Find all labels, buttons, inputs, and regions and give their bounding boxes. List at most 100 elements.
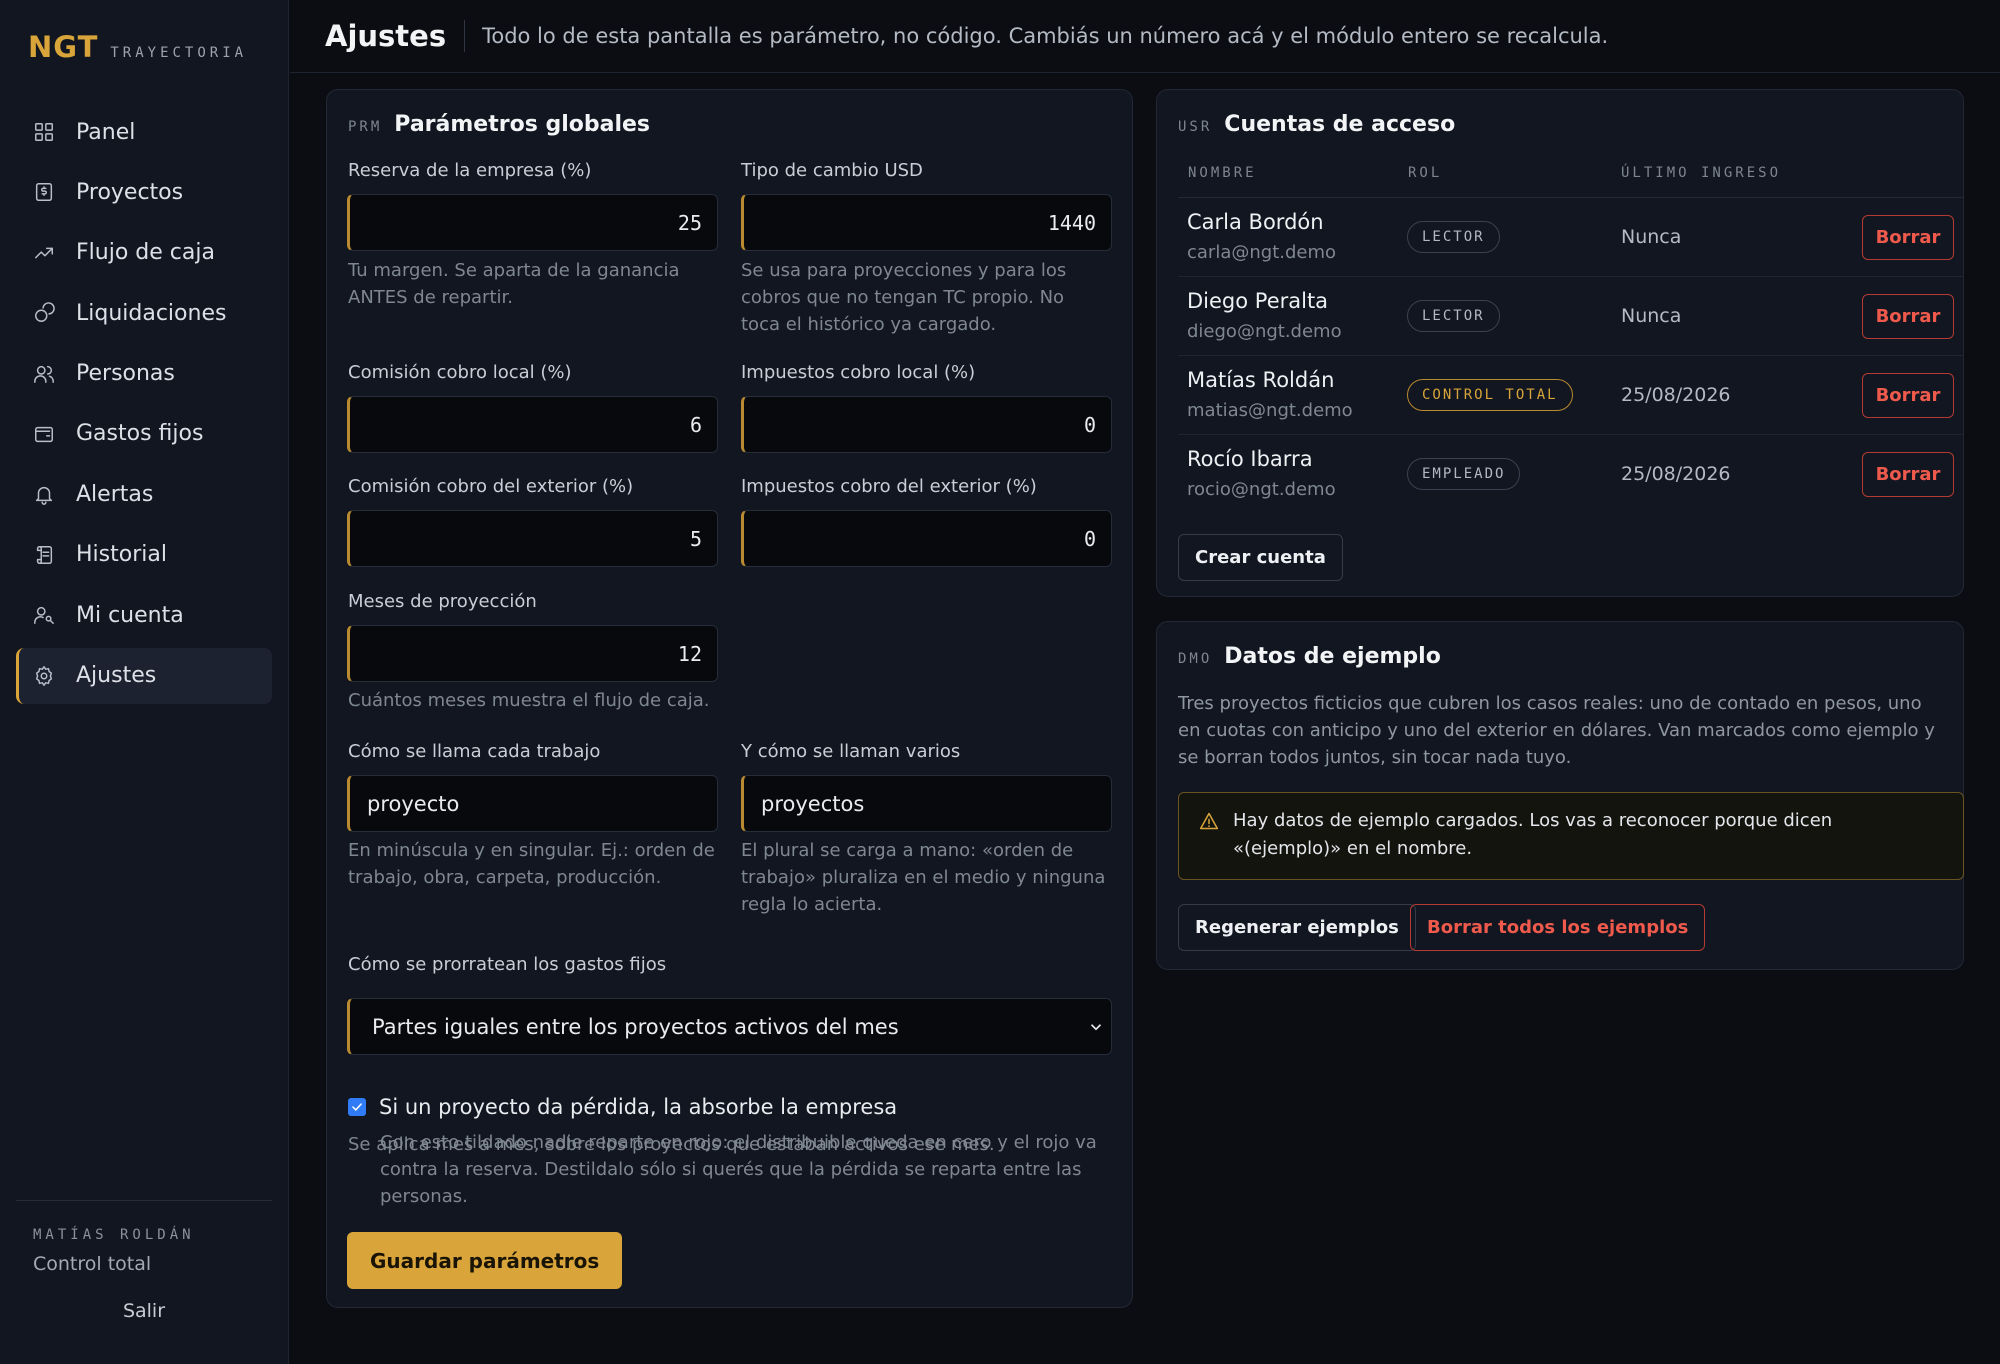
sidebar-item-ajustes[interactable]: Ajustes: [16, 647, 272, 704]
help-line: Con esto tildado nadie reparte en rojo: …: [380, 1132, 1097, 1153]
singular-input[interactable]: [347, 775, 718, 832]
help-line: ANTES de repartir.: [348, 287, 513, 308]
table-row: Matías Roldán matias@ngt.demo CONTROL TO…: [1178, 356, 1963, 435]
sidebar-user-name: MATÍAS ROLDÁN: [33, 1227, 195, 1243]
warning-icon: [1199, 811, 1219, 831]
sidebar-item-mi-cuenta[interactable]: Mi cuenta: [16, 587, 272, 643]
page-subtitle: Todo lo de esta pantalla es parámetro, n…: [482, 24, 1609, 48]
absorbe-label[interactable]: Si un proyecto da pérdida, la absorbe la…: [379, 1095, 897, 1119]
help-line: En minúscula y en singular. Ej.: orden d…: [348, 840, 715, 861]
create-account-button[interactable]: Crear cuenta: [1178, 534, 1343, 581]
last-login: Nunca: [1621, 305, 1682, 327]
grid-icon: [33, 121, 55, 143]
imp-ext-label: Impuestos cobro del exterior (%): [741, 476, 1037, 497]
accounts-card-header: USR Cuentas de acceso: [1178, 112, 1455, 137]
help-line: Tu margen. Se aparta de la ganancia: [348, 260, 680, 281]
meses-help: Cuántos meses muestra el flujo de caja.: [348, 690, 710, 711]
sidebar-nav: Panel Proyectos Flujo de caja Liquidacio…: [16, 104, 272, 708]
help-line: contra la reserva. Destildalo sólo si qu…: [380, 1159, 1082, 1180]
role-badge: EMPLEADO: [1407, 458, 1521, 490]
com-local-input[interactable]: [347, 396, 718, 453]
trend-up-icon: [33, 242, 55, 264]
tc-input[interactable]: [741, 194, 1112, 251]
tc-label: Tipo de cambio USD: [741, 160, 923, 181]
user-name: Carla Bordón: [1187, 210, 1324, 234]
sidebar-item-proyectos[interactable]: Proyectos: [16, 164, 272, 220]
demo-alert: Hay datos de ejemplo cargados. Los vas a…: [1178, 792, 1964, 880]
sidebar-item-label: Flujo de caja: [76, 240, 215, 266]
sidebar-item-label: Ajustes: [76, 663, 157, 689]
demo-card: DMO Datos de ejemplo Tres proyectos fict…: [1156, 621, 1964, 970]
prorrateo-select[interactable]: Partes iguales entre los proyectos activ…: [347, 998, 1112, 1055]
page-title: Ajustes: [325, 19, 447, 53]
sidebar-item-historial[interactable]: Historial: [16, 527, 272, 583]
sidebar-item-label: Mi cuenta: [76, 602, 184, 628]
role-badge: LECTOR: [1407, 300, 1500, 332]
last-login: 25/08/2026: [1621, 463, 1731, 485]
plural-input[interactable]: [741, 775, 1112, 832]
user-name: Diego Peralta: [1187, 289, 1329, 313]
brand-subtitle: TRAYECTORIA: [110, 45, 248, 61]
user-email: carla@ngt.demo: [1187, 242, 1337, 263]
reserva-input[interactable]: [347, 194, 718, 251]
save-params-button[interactable]: Guardar parámetros: [347, 1232, 623, 1289]
column-header-ultimo-ingreso: ÚLTIMO INGRESO: [1621, 165, 1782, 181]
help-line: El plural se carga a mano: «orden de: [741, 840, 1074, 861]
absorbe-checkbox[interactable]: [348, 1098, 366, 1116]
column-header-rol: ROL: [1408, 165, 1443, 181]
meses-label: Meses de proyección: [348, 591, 537, 612]
help-line: regla lo acierta.: [741, 894, 883, 915]
params-card-code: PRM: [348, 119, 383, 135]
accounts-card-code: USR: [1178, 119, 1213, 135]
bell-icon: [33, 483, 55, 506]
prorrateo-label: Cómo se prorratean los gastos fijos: [348, 954, 667, 975]
users-icon: [33, 363, 55, 385]
delete-user-button[interactable]: Borrar: [1862, 373, 1954, 418]
plural-label: Y cómo se llaman varios: [741, 741, 961, 762]
singular-label: Cómo se llama cada trabajo: [348, 741, 601, 762]
demo-alert-text: Hay datos de ejemplo cargados. Los vas a…: [1233, 807, 1943, 863]
header-separator: [464, 20, 466, 52]
delete-user-button[interactable]: Borrar: [1862, 215, 1954, 260]
sidebar-item-label: Personas: [76, 361, 175, 387]
brand-logo: NGT: [28, 30, 99, 64]
page-header: Ajustes Todo lo de esta pantalla es pará…: [290, 0, 2000, 73]
gear-icon: [33, 665, 55, 687]
last-login: 25/08/2026: [1621, 384, 1731, 406]
user-name: Rocío Ibarra: [1187, 447, 1313, 471]
sidebar-item-gastos-fijos[interactable]: Gastos fijos: [16, 406, 272, 462]
regenerate-examples-button[interactable]: Regenerar ejemplos: [1178, 904, 1416, 951]
sidebar-item-panel[interactable]: Panel: [16, 104, 272, 160]
absorbe-help: Con esto tildado nadie reparte en rojo: …: [380, 1129, 1097, 1210]
table-row: Rocío Ibarra rocio@ngt.demo EMPLEADO 25/…: [1178, 435, 1963, 514]
accounts-card: USR Cuentas de acceso NOMBRE ROL ÚLTIMO …: [1156, 89, 1964, 597]
file-dollar-icon: [33, 181, 55, 203]
com-ext-label: Comisión cobro del exterior (%): [348, 476, 634, 497]
delete-user-button[interactable]: Borrar: [1862, 452, 1954, 497]
help-line: Se usa para proyecciones y para los: [741, 260, 1067, 281]
table-row: Carla Bordón carla@ngt.demo LECTOR Nunca…: [1178, 198, 1963, 277]
reserva-help: Tu margen. Se aparta de la ganancia ANTE…: [348, 257, 680, 311]
sidebar-item-label: Gastos fijos: [76, 421, 204, 447]
imp-local-input[interactable]: [741, 396, 1112, 453]
brand: NGT TRAYECTORIA: [28, 30, 247, 64]
help-line: personas.: [380, 1186, 468, 1207]
sidebar-item-personas[interactable]: Personas: [16, 346, 272, 402]
alert-line: «(ejemplo)» en el nombre.: [1233, 838, 1473, 859]
sidebar-divider: [16, 1200, 272, 1201]
sidebar-item-liquidaciones[interactable]: Liquidaciones: [16, 285, 272, 341]
reserva-label: Reserva de la empresa (%): [348, 160, 592, 181]
help-line: cobros que no tengan TC propio. No: [741, 287, 1065, 308]
logout-button[interactable]: Salir: [16, 1300, 272, 1322]
delete-user-button[interactable]: Borrar: [1862, 294, 1954, 339]
params-card: PRM Parámetros globales Reserva de la em…: [326, 89, 1133, 1308]
user-key-icon: [33, 604, 55, 626]
role-badge: CONTROL TOTAL: [1407, 379, 1573, 411]
description-line: Tres proyectos ficticios que cubren los …: [1178, 693, 1922, 714]
meses-input[interactable]: [347, 625, 718, 682]
sidebar-item-flujo-de-caja[interactable]: Flujo de caja: [16, 225, 272, 281]
delete-all-examples-button[interactable]: Borrar todos los ejemplos: [1410, 904, 1706, 951]
sidebar-item-alertas[interactable]: Alertas: [16, 466, 272, 522]
imp-ext-input[interactable]: [741, 510, 1112, 567]
com-ext-input[interactable]: [347, 510, 718, 567]
